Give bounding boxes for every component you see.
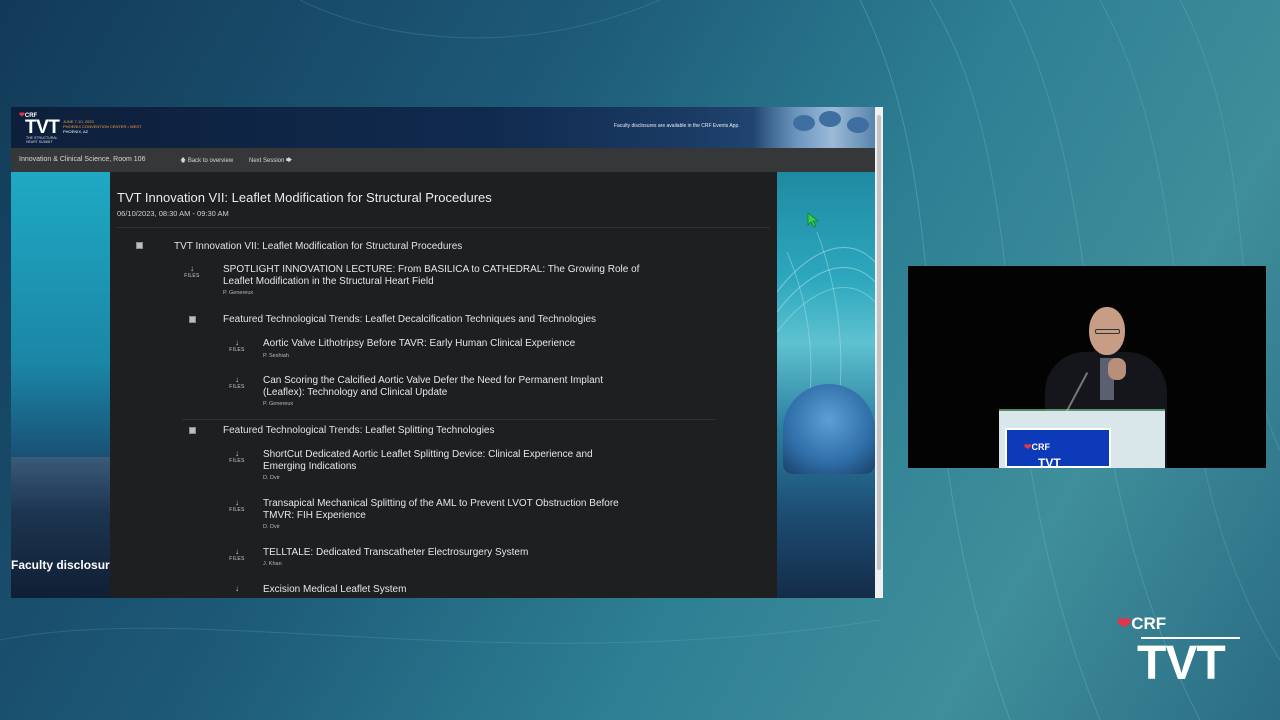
- files-download-button[interactable]: ↓ FILES: [226, 450, 248, 465]
- faculty-disclosure-banner-text: Faculty disclosure: [11, 558, 110, 572]
- corner-tvt-logo: TVT: [1137, 637, 1226, 690]
- talk-speaker: D. Dvir: [263, 475, 280, 481]
- event-city: PHOENIX, AZ: [63, 129, 89, 134]
- scrollbar-thumb[interactable]: [877, 115, 881, 570]
- talk-title[interactable]: ShortCut Dedicated Aortic Leaflet Splitt…: [263, 449, 638, 473]
- download-arrow-icon: ↓: [235, 338, 239, 347]
- session-datetime: 06/10/2023, 08:30 AM - 09:30 AM: [117, 209, 229, 218]
- download-arrow-icon: ↓: [235, 449, 239, 458]
- logo-subtitle: THE STRUCTURAL HEART SUMMIT: [26, 136, 58, 144]
- download-arrow-icon: ↓: [190, 264, 194, 273]
- room-label: Innovation & Clinical Science, Room 106: [19, 156, 146, 163]
- header-surgeons-photo: [753, 107, 875, 148]
- next-session-link[interactable]: Next Session 🡆: [249, 156, 292, 166]
- download-arrow-icon: ↓: [235, 547, 239, 556]
- speaker-camera-feed: ❤CRF TVT: [908, 266, 1266, 468]
- talk-speaker: P. Genereux: [263, 401, 294, 407]
- download-arrow-icon: ↓: [235, 584, 239, 593]
- talk-title[interactable]: TELLTALE: Dedicated Transcatheter Electr…: [263, 547, 708, 559]
- event-info: JUNE 7-10, 2023 PHOENIX CONVENTION CENTE…: [63, 119, 142, 134]
- download-arrow-icon: ↓: [235, 498, 239, 507]
- talk-speaker: P. Seshiah: [263, 353, 289, 359]
- site-header: ❤CRF TVT THE STRUCTURAL HEART SUMMIT JUN…: [11, 107, 875, 148]
- disclosure-notice: Faculty disclosures are available in the…: [614, 123, 740, 129]
- left-banner: Faculty disclosure: [11, 172, 110, 598]
- talk-speaker: D. Dvir: [263, 524, 280, 530]
- city-skyline-image: [11, 457, 110, 598]
- files-download-button[interactable]: ↓ FILES: [226, 339, 248, 354]
- divider: [182, 419, 716, 420]
- talk-title[interactable]: SPOTLIGHT INNOVATION LECTURE: From BASIL…: [223, 264, 668, 288]
- session-nav-bar: Innovation & Clinical Science, Room 106 …: [11, 148, 875, 172]
- talk-title[interactable]: Transapical Mechanical Splitting of the …: [263, 498, 633, 522]
- download-arrow-icon: ↓: [235, 375, 239, 384]
- talk-title[interactable]: Aortic Valve Lithotripsy Before TAVR: Ea…: [263, 338, 708, 350]
- corner-crf-logo: ❤CRF: [1117, 614, 1167, 633]
- mouse-cursor-icon: [807, 212, 820, 228]
- heart-icon: ❤: [1024, 442, 1032, 452]
- files-download-button[interactable]: ↓ FILES: [226, 499, 248, 514]
- right-banner: [777, 172, 875, 598]
- session-content: TVT Innovation VII: Leaflet Modification…: [110, 172, 777, 598]
- collapse-toggle-group[interactable]: [189, 316, 196, 323]
- glasses-icon: [1095, 329, 1120, 334]
- heart-icon: ❤: [1117, 614, 1132, 633]
- talk-title[interactable]: Can Scoring the Calcified Aortic Valve D…: [263, 375, 613, 399]
- talk-speaker: J. Khan: [263, 561, 282, 567]
- agenda-group-title: Featured Technological Trends: Leaflet S…: [223, 425, 495, 436]
- divider: [117, 227, 770, 228]
- podium-logo-screen: ❤CRF TVT: [1005, 428, 1111, 468]
- files-download-button[interactable]: ↓ FILES: [226, 376, 248, 391]
- session-title: TVT Innovation VII: Leaflet Modification…: [117, 190, 492, 205]
- back-to-overview-link[interactable]: 🡅 Back to overview: [180, 156, 233, 166]
- agenda-group-title: TVT Innovation VII: Leaflet Modification…: [174, 241, 463, 252]
- collapse-toggle-group[interactable]: [189, 427, 196, 434]
- collapse-toggle-main[interactable]: [136, 242, 143, 249]
- files-download-button[interactable]: ↓ FILES: [181, 265, 203, 280]
- talk-title[interactable]: Excision Medical Leaflet System: [263, 584, 708, 596]
- files-download-button[interactable]: ↓ FILES: [226, 548, 248, 563]
- surgeon-image: [783, 384, 875, 474]
- files-download-button[interactable]: ↓: [226, 585, 248, 593]
- talk-speaker: P. Genereux: [223, 290, 254, 296]
- agenda-group-title: Featured Technological Trends: Leaflet D…: [223, 314, 597, 325]
- shared-browser-screen: ❤CRF TVT THE STRUCTURAL HEART SUMMIT JUN…: [11, 107, 883, 598]
